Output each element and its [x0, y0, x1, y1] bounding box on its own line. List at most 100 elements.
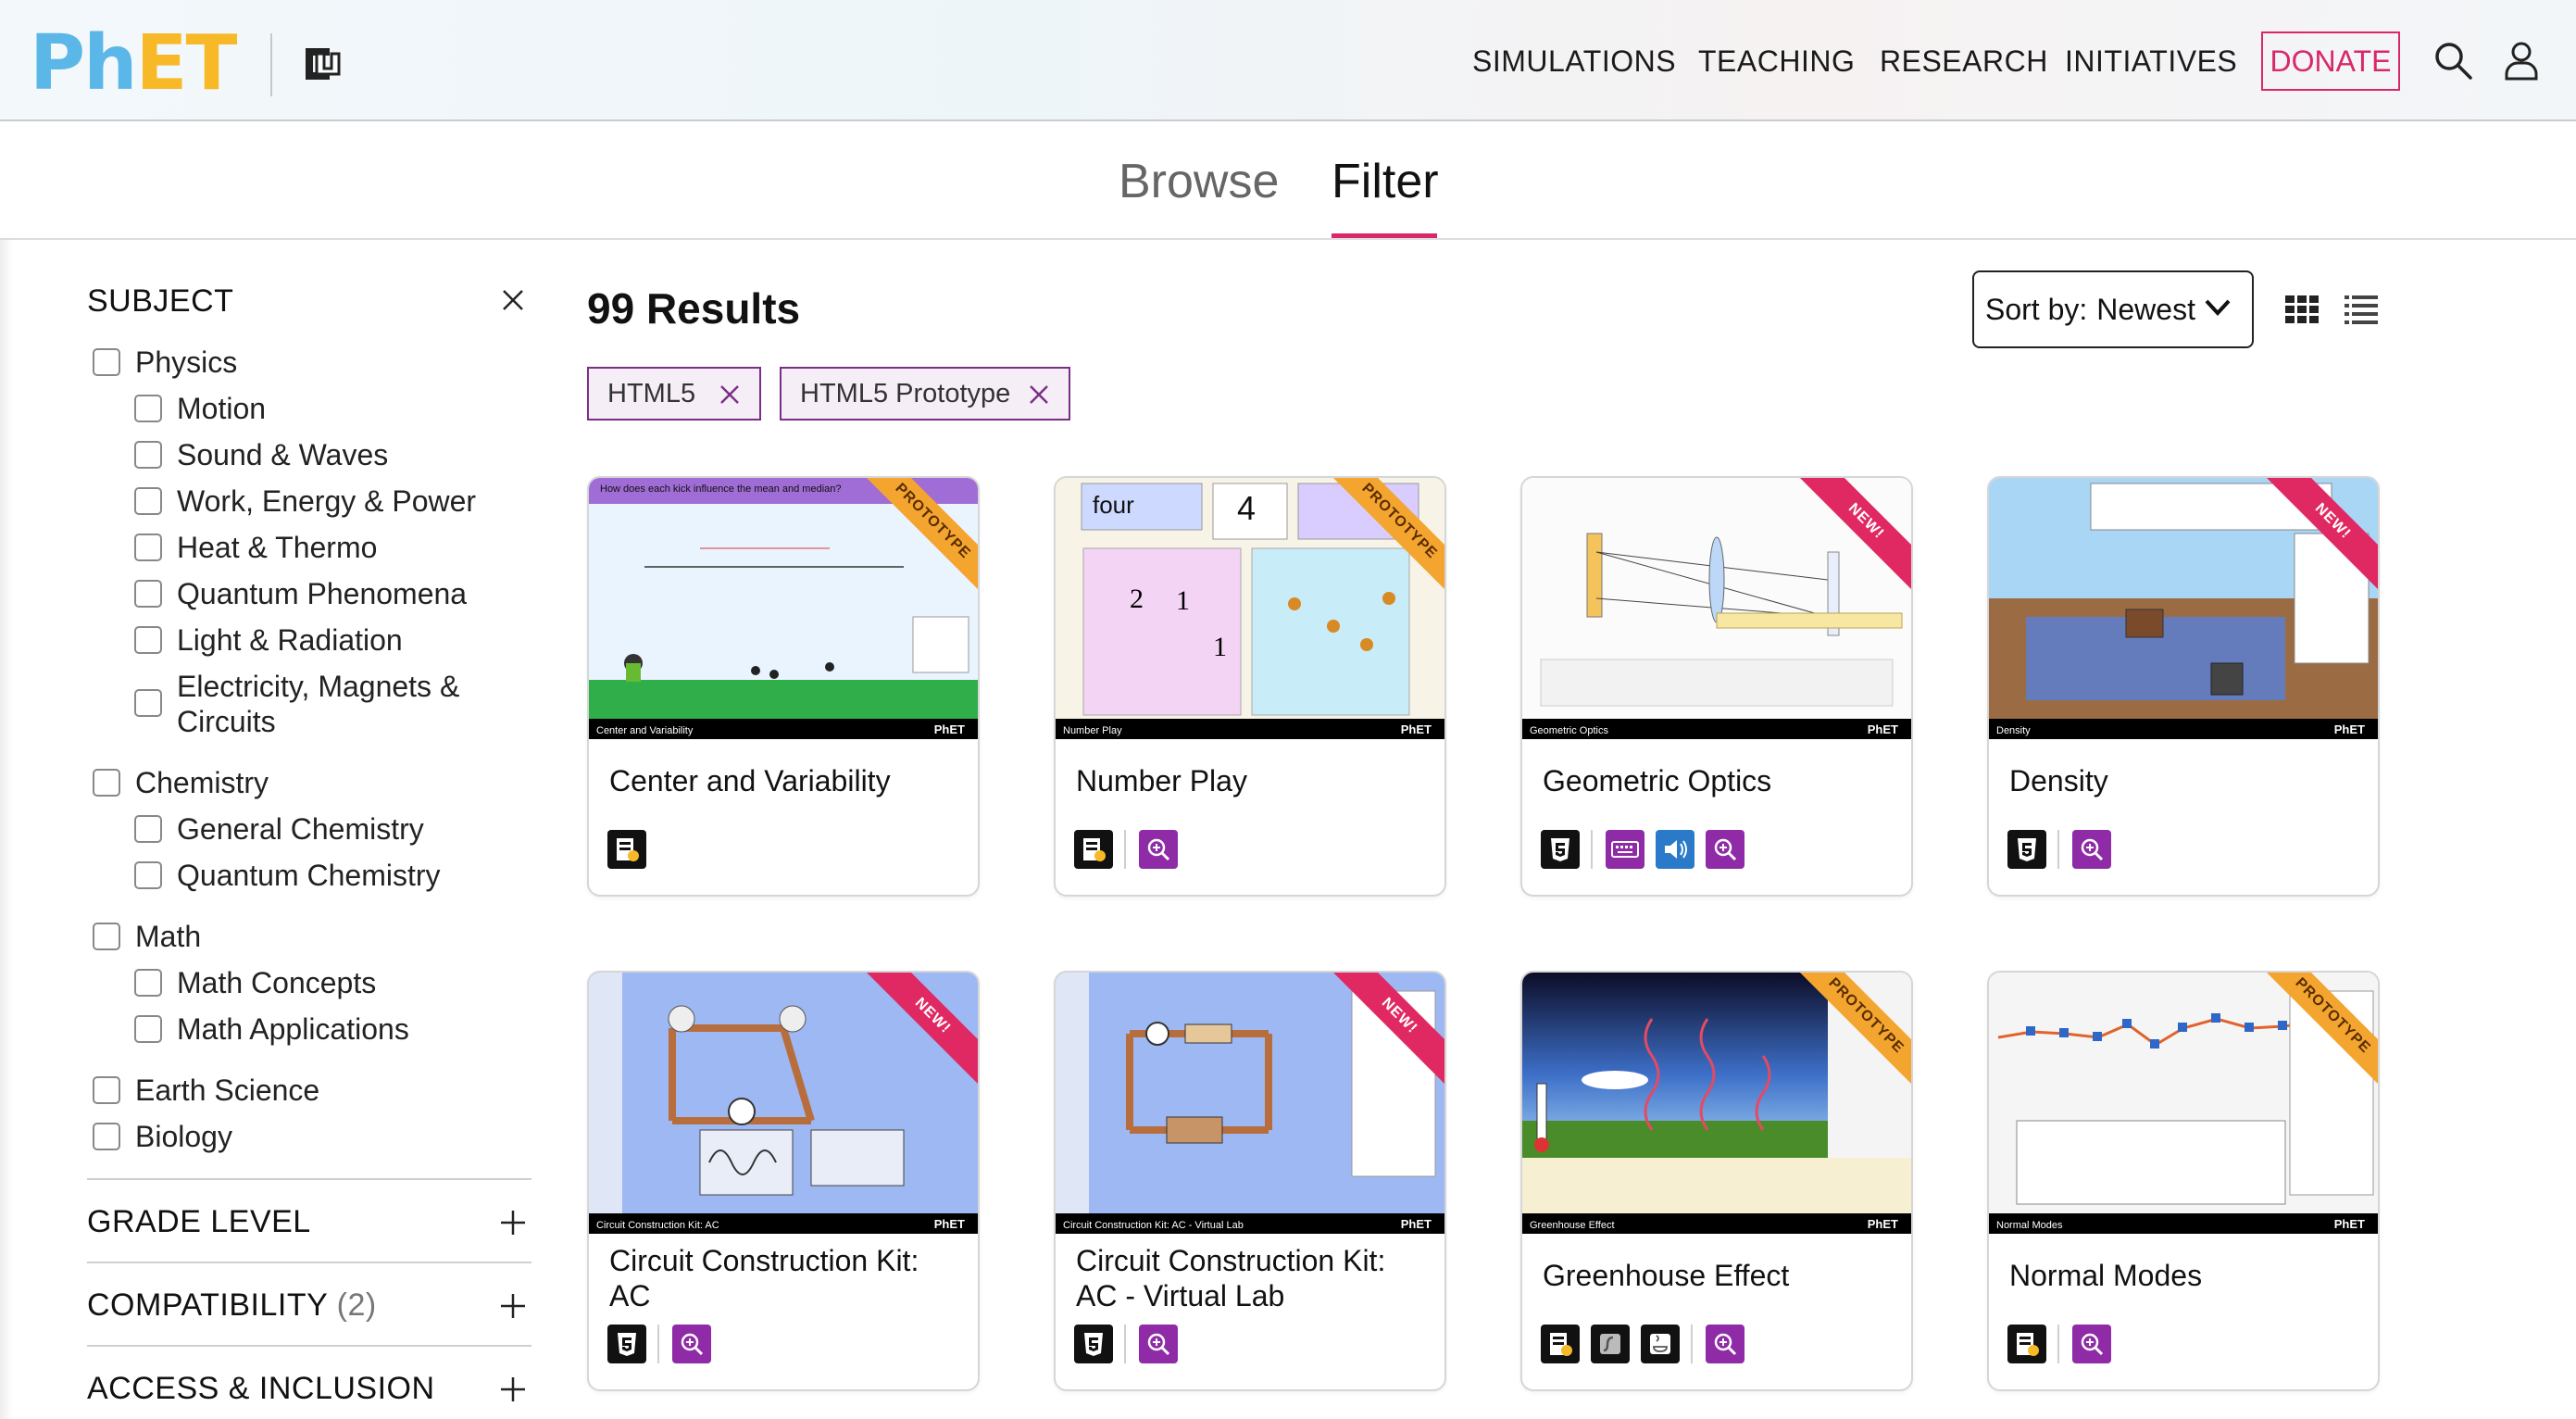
html5-prototype-icon [2007, 1325, 2046, 1363]
compatibility-heading[interactable]: COMPATIBILITY (2) [87, 1287, 377, 1324]
label-physics: Physics [135, 345, 238, 379]
sort-value: Newest [2096, 292, 2195, 326]
label-work-energy-power: Work, Energy & Power [177, 484, 477, 518]
checkbox-work-energy-power[interactable] [134, 487, 162, 515]
checkbox-math-concepts[interactable] [134, 969, 162, 997]
voicing-icon [1656, 830, 1694, 869]
search-icon[interactable] [2432, 39, 2474, 82]
sim-navbar-title: Circuit Construction Kit: AC - Virtual L… [1063, 1220, 1244, 1231]
label-math-concepts: Math Concepts [177, 966, 377, 999]
label-math-applications: Math Applications [177, 1012, 409, 1046]
sim-navbar-title: Number Play [1063, 725, 1122, 736]
checkbox-math[interactable] [93, 923, 120, 950]
card-title: Greenhouse Effect [1543, 1259, 1790, 1292]
checkbox-sound-waves[interactable] [134, 441, 162, 469]
sim-card-circuit-construction-kit-ac[interactable]: Circuit Construction Kit: AC PhET NEW! C… [587, 971, 980, 1391]
sim-card-geometric-optics[interactable]: Geometric Optics PhET NEW! Geometric Opt… [1520, 476, 1913, 897]
checkbox-quantum-phenomena[interactable] [134, 580, 162, 608]
card-title: Geometric Optics [1543, 764, 1772, 797]
tab-divider [0, 238, 2576, 240]
sim-navbar-title: Geometric Optics [1530, 725, 1608, 736]
sim-thumbnail: 2 1 1 four 4 Number Play PhET PROTOTYPE [1056, 478, 1444, 739]
badge-divider [1591, 830, 1593, 869]
checkbox-heat-thermo[interactable] [134, 534, 162, 561]
remove-filter-icon[interactable] [719, 383, 741, 406]
filter-chip-html5-prototype[interactable]: HTML5 Prototype [780, 367, 1070, 421]
zoom-icon [1139, 1325, 1178, 1363]
checkbox-quantum-chemistry[interactable] [134, 861, 162, 889]
html5-icon [1541, 830, 1580, 869]
nav-initiatives[interactable]: INITIATIVES [2065, 44, 2237, 79]
cu-boulder-logo-icon[interactable] [298, 41, 344, 87]
section-divider [87, 1345, 531, 1347]
badge-divider [2057, 1325, 2059, 1363]
sim-card-density[interactable]: Density PhET NEW! Density [1987, 476, 2380, 897]
card-title-line1: Circuit Construction Kit: [1076, 1244, 1386, 1277]
card-title-line2: AC - Virtual Lab [1076, 1279, 1285, 1312]
label-circuits: Circuits [177, 705, 276, 738]
nav-simulations[interactable]: SIMULATIONS [1472, 44, 1676, 79]
sim-card-center-and-variability[interactable]: How does each kick influence the mean an… [587, 476, 980, 897]
grade-level-heading[interactable]: GRADE LEVEL [87, 1204, 311, 1240]
thumb-number: 4 [1237, 489, 1257, 527]
plus-icon[interactable] [496, 1289, 530, 1323]
checkbox-physics[interactable] [93, 348, 120, 376]
checkbox-light-radiation[interactable] [134, 626, 162, 654]
label-biology: Biology [135, 1120, 232, 1153]
close-icon[interactable] [496, 283, 530, 317]
label-sound-waves: Sound & Waves [177, 438, 389, 471]
checkbox-earth-science[interactable] [93, 1076, 120, 1104]
filter-chip-html5[interactable]: HTML5 [587, 367, 761, 421]
sim-card-greenhouse-effect[interactable]: Greenhouse Effect PhET PROTOTYPE Greenho… [1520, 971, 1913, 1391]
tab-filter[interactable]: Filter [1332, 154, 1439, 209]
sim-navbar-title: Circuit Construction Kit: AC [596, 1220, 719, 1231]
phet-logo[interactable]: Ph ET [30, 19, 237, 107]
html5-prototype-icon [1074, 830, 1113, 869]
thumb-phet-logo: PhET [1400, 722, 1432, 736]
list-view-icon[interactable] [2343, 293, 2380, 324]
sort-select[interactable]: Sort by: Newest [1972, 270, 2254, 348]
sim-card-circuit-construction-kit-ac-virtual-lab[interactable]: Circuit Construction Kit: AC - Virtual L… [1054, 971, 1446, 1391]
checkbox-biology[interactable] [93, 1123, 120, 1150]
thumb-heading: How does each kick influence the mean an… [600, 483, 842, 495]
label-heat-thermo: Heat & Thermo [177, 531, 378, 564]
thumb-phet-logo: PhET [1867, 722, 1898, 736]
access-inclusion-heading[interactable]: ACCESS & INCLUSION [87, 1371, 435, 1407]
remove-filter-icon[interactable] [1028, 383, 1050, 406]
card-title: Number Play [1076, 764, 1247, 797]
checkbox-electricity-magnets-circuits[interactable] [134, 689, 162, 717]
label-light-radiation: Light & Radiation [177, 623, 403, 657]
label-electricity-magnets: Electricity, Magnets & [177, 670, 460, 703]
user-icon[interactable] [2500, 39, 2543, 82]
label-motion: Motion [177, 392, 267, 425]
badge-divider [2057, 830, 2059, 869]
chevron-down-icon [2205, 299, 2231, 316]
donate-button[interactable]: DONATE [2261, 31, 2400, 91]
badge-divider [1691, 1325, 1693, 1363]
thumb-phet-logo: PhET [2333, 722, 2365, 736]
sim-card-normal-modes[interactable]: Normal Modes PhET PROTOTYPE Normal Modes [1987, 971, 2380, 1391]
tab-browse[interactable]: Browse [1119, 154, 1279, 209]
plus-icon[interactable] [496, 1206, 530, 1239]
nav-teaching[interactable]: TEACHING [1698, 44, 1855, 79]
checkbox-math-applications[interactable] [134, 1015, 162, 1043]
card-title: Center and Variability [609, 764, 891, 797]
sort-label: Sort by: [1985, 292, 2088, 326]
grid-view-icon[interactable] [2283, 293, 2320, 324]
sim-card-number-play[interactable]: 2 1 1 four 4 Number Play PhET PROTOTYPE … [1054, 476, 1446, 897]
checkbox-general-chemistry[interactable] [134, 815, 162, 843]
nav-research[interactable]: RESEARCH [1880, 44, 2048, 79]
zoom-icon [2072, 830, 2111, 869]
checkbox-chemistry[interactable] [93, 769, 120, 797]
flash-icon [1591, 1325, 1630, 1363]
zoom-icon [1706, 830, 1744, 869]
label-quantum-phenomena: Quantum Phenomena [177, 577, 468, 610]
label-general-chemistry: General Chemistry [177, 812, 424, 846]
sim-thumbnail: Geometric Optics PhET NEW! [1522, 478, 1911, 739]
label-quantum-chemistry: Quantum Chemistry [177, 859, 441, 892]
plus-icon[interactable] [496, 1373, 530, 1406]
checkbox-motion[interactable] [134, 395, 162, 422]
card-title-line1: Circuit Construction Kit: [609, 1244, 919, 1277]
zoom-icon [672, 1325, 711, 1363]
thumb-phet-logo: PhET [2333, 1217, 2365, 1231]
